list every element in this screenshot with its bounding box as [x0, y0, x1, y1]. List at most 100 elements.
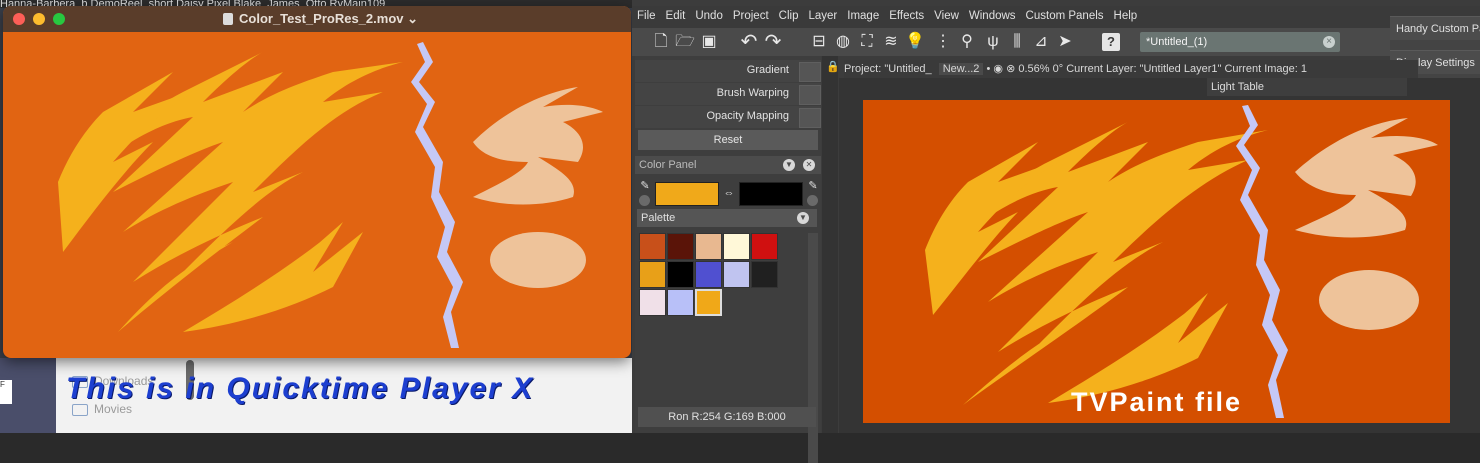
peach-swirl-shape	[473, 87, 603, 205]
help-icon[interactable]: ?	[1102, 33, 1120, 51]
finder-file-tile: F	[0, 380, 12, 404]
redo-icon[interactable]: ↷	[762, 31, 784, 53]
artwork-tvpaint	[925, 105, 1438, 418]
project-info-bar: Project: "Untitled_ New...2 • ◉ ⊗ 0.56% …	[844, 60, 1418, 78]
open-folder-icon[interactable]: 🗁	[674, 31, 696, 53]
color-wheel-icon[interactable]: ◍	[832, 31, 854, 53]
reset-button[interactable]: Reset	[638, 130, 818, 150]
opacity-mapping-toggle[interactable]	[799, 108, 821, 128]
palette-swatch[interactable]	[667, 289, 694, 316]
project-tab[interactable]: New...2	[938, 63, 984, 75]
menu-undo[interactable]: Undo	[690, 6, 728, 22]
quicktime-video-frame[interactable]	[3, 32, 631, 358]
palette-swatch[interactable]	[723, 261, 750, 288]
palette-swatch[interactable]	[667, 233, 694, 260]
palette-swatch[interactable]	[695, 289, 722, 316]
brush-warping-row: Brush Warping	[635, 83, 821, 105]
tool-panel: Gradient Brush Warping Opacity Mapping R…	[635, 56, 821, 463]
gradient-label: Gradient	[746, 64, 789, 76]
dropdown-icon[interactable]	[807, 195, 818, 206]
tvpaint-menubar: File Edit Undo Project Clip Layer Image Effects…	[632, 6, 1480, 28]
window-close-button[interactable]	[13, 13, 25, 25]
primary-color-swatch[interactable]	[655, 182, 719, 206]
opacity-mapping-label: Opacity Mapping	[706, 110, 789, 122]
chevron-down-icon: ⌄	[407, 11, 419, 26]
brush-warping-label: Brush Warping	[716, 87, 789, 99]
menu-layer[interactable]: Layer	[803, 6, 842, 22]
brush-warping-toggle[interactable]	[799, 85, 821, 105]
toolbox-icon[interactable]: ⊟	[808, 31, 830, 53]
menu-file[interactable]: File	[632, 6, 661, 22]
menu-effects[interactable]: Effects	[884, 6, 929, 22]
palette-swatch[interactable]	[639, 261, 666, 288]
quicktime-title[interactable]: Color_Test_ProRes_2.mov ⌄	[223, 11, 418, 27]
brushes-icon[interactable]: ψ	[982, 31, 1004, 53]
menu-help[interactable]: Help	[1109, 6, 1143, 22]
palette-swatch[interactable]	[639, 289, 666, 316]
palette-swatch[interactable]	[723, 233, 750, 260]
zoom-level: 0.56%	[1018, 63, 1050, 75]
palette-swatch[interactable]	[751, 233, 778, 260]
close-icon[interactable]: ✕	[803, 159, 815, 171]
chevron-down-icon[interactable]: ▼	[783, 159, 795, 171]
opacity-mapping-row: Opacity Mapping	[635, 106, 821, 128]
artwork-quicktime	[58, 42, 603, 348]
palette-header[interactable]: Palette ▼	[637, 209, 817, 227]
play-icon[interactable]: ◉	[993, 63, 1003, 75]
panel-divider-scrollbar[interactable]	[822, 56, 838, 433]
magnifier-icon[interactable]: ⚲	[956, 31, 978, 53]
project-label: Project: "Untitled_	[844, 63, 932, 75]
paper-plane-icon[interactable]: ➤	[1054, 31, 1076, 53]
palette-swatch[interactable]	[751, 261, 778, 288]
layers-tool-icon[interactable]: ⛶	[856, 31, 878, 53]
menu-clip[interactable]: Clip	[774, 6, 804, 22]
quicktime-window: Color_Test_ProRes_2.mov ⌄	[3, 6, 631, 358]
menu-image[interactable]: Image	[842, 6, 884, 22]
tab-menu-icon[interactable]: •	[986, 63, 990, 75]
lock-icon[interactable]: 🔒	[826, 60, 840, 74]
gradient-toggle[interactable]	[799, 62, 821, 82]
rotation-angle: 0°	[1052, 63, 1064, 75]
palette-scrollbar[interactable]	[808, 233, 818, 463]
dropdown-icon[interactable]	[639, 195, 650, 206]
chevron-down-icon[interactable]: ▼	[797, 212, 809, 224]
menu-view[interactable]: View	[929, 6, 964, 22]
yellow-scribble-shape-2	[58, 72, 203, 252]
close-icon[interactable]: ⊗	[1006, 63, 1015, 75]
document-selector[interactable]: *Untitled_(1) ×	[1140, 32, 1340, 52]
movie-file-icon	[223, 13, 233, 25]
swap-colors-icon[interactable]: ⇔	[723, 187, 735, 199]
finder-sidebar-edge: F	[0, 358, 56, 433]
handy-custom-panel-tab[interactable]: Handy Custom Pa	[1390, 16, 1480, 40]
eyedropper-icon[interactable]: ✎	[807, 180, 819, 192]
palette-swatch[interactable]	[695, 233, 722, 260]
ruler-icon[interactable]: ⊿	[1030, 31, 1052, 53]
window-fullscreen-button[interactable]	[53, 13, 65, 25]
window-minimize-button[interactable]	[33, 13, 45, 25]
new-document-icon[interactable]: 🗋	[650, 31, 672, 53]
gradient-row: Gradient	[635, 60, 821, 82]
menu-edit[interactable]: Edit	[661, 6, 691, 22]
library-icon[interactable]: ⫼	[1006, 31, 1028, 53]
secondary-color-swatch[interactable]	[739, 182, 803, 206]
film-strip-icon[interactable]: ⋮	[932, 31, 954, 53]
palette-title: Palette	[641, 212, 676, 224]
close-icon[interactable]: ×	[1323, 36, 1335, 48]
menu-custom-panels[interactable]: Custom Panels	[1021, 6, 1109, 22]
tvpaint-canvas[interactable]: TVPaint file	[863, 100, 1450, 423]
tvpaint-window: File Edit Undo Project Clip Layer Image Effects…	[632, 0, 1480, 463]
lightbulb-icon[interactable]: 💡	[904, 31, 926, 53]
quicktime-titlebar[interactable]: Color_Test_ProRes_2.mov ⌄	[3, 6, 631, 32]
palette-swatch[interactable]	[667, 261, 694, 288]
palette-swatch[interactable]	[695, 261, 722, 288]
undo-icon[interactable]: ↶	[738, 31, 760, 53]
light-table-tooltip: Light Table	[1207, 78, 1407, 96]
tvpaint-toolbar: 🗋 🗁 ▣ ↶ ↷ ⊟ ◍ ⛶ ≋ 💡 ⋮ ⚲ ψ ⫼ ⊿ ➤ ? *Untit…	[632, 28, 1392, 56]
menu-windows[interactable]: Windows	[964, 6, 1021, 22]
current-image: Current Image: 1	[1224, 63, 1307, 75]
layers-stack-icon[interactable]: ≋	[880, 31, 902, 53]
menu-project[interactable]: Project	[728, 6, 774, 22]
palette-swatch[interactable]	[639, 233, 666, 260]
eyedropper-icon[interactable]: ✎	[639, 180, 651, 192]
save-icon[interactable]: ▣	[698, 31, 720, 53]
